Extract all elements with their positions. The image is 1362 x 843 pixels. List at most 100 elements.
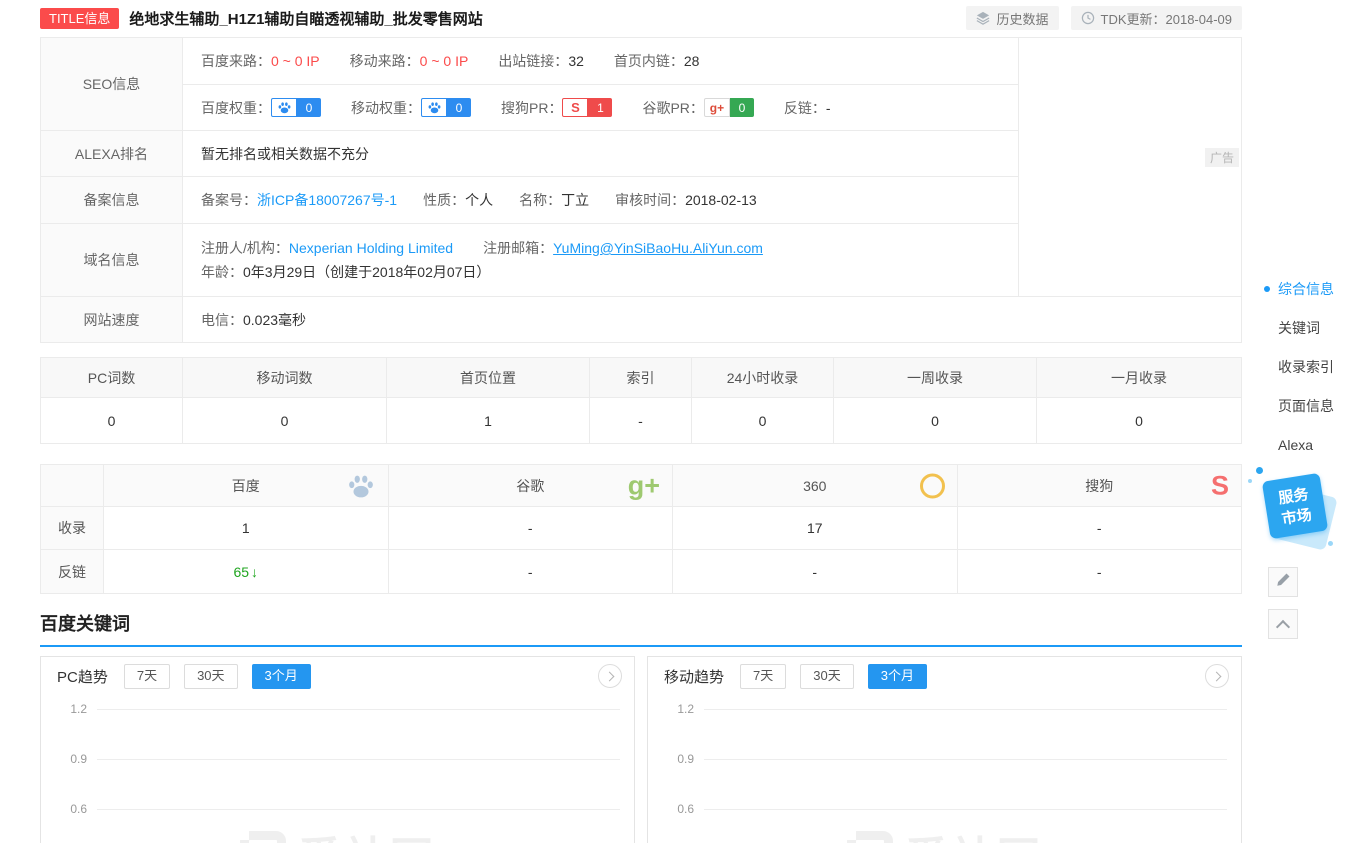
indexed-sogou: - [958,507,1242,549]
engine-col-google: 谷歌 g+ [389,465,674,506]
clock-icon [1081,11,1095,25]
outlinks-value: 32 [568,53,584,69]
chevron-up-icon [1276,619,1290,633]
active-dot-icon [1264,286,1270,292]
stats-value: 0 [183,398,387,443]
sidebar-item-pageinfo[interactable]: 页面信息 [1264,397,1360,415]
baidu-keyword-title: 百度关键词 [40,614,130,634]
telecom-label: 电信： [201,310,243,330]
stats-value: - [590,398,692,443]
icp-name-value: 丁立 [561,190,589,210]
mobile-weight-badge[interactable]: 0 [421,98,471,117]
gridline [97,709,620,710]
service-line1: 服务 [1277,486,1309,507]
title-badge: TITLE信息 [40,8,119,29]
sidebar-item-index[interactable]: 收录索引 [1264,358,1360,376]
icp-number-link[interactable]: 浙ICP备18007267号-1 [257,190,397,210]
stats-header: PC词数 [41,358,183,397]
history-data-label: 历史数据 [996,9,1048,28]
y-tick: 1.2 [648,702,694,716]
keyword-stats-table: PC词数 移动词数 首页位置 索引 24小时收录 一周收录 一月收录 0 0 1… [40,357,1242,444]
google-pr-badge[interactable]: g+ 0 [704,98,754,117]
y-tick: 0.9 [648,752,694,766]
stats-header: 索引 [590,358,692,397]
sidebar-item-alexa[interactable]: Alexa [1264,436,1360,454]
seo-info-label: SEO信息 [41,38,183,130]
mobile-trend-title: 移动趋势 [664,666,724,687]
chevron-right-icon [1211,671,1221,681]
google-pr-value: 0 [730,98,754,117]
service-market-badge[interactable]: 服务 市场 [1264,475,1338,555]
baidu-traffic-value: 0 ~ 0 IP [271,53,320,69]
icp-audit-value: 2018-02-13 [685,192,757,208]
main-content: TITLE信息 绝地求生辅助_H1Z1辅助自瞄透视辅助_批发零售网站 历史数据 … [40,0,1242,843]
engine-name: 360 [803,478,826,494]
backlink-row: 反链 65↓ - - - [41,550,1241,593]
icp-name-label: 名称： [519,190,561,210]
engine-col-baidu: 百度 [104,465,389,506]
sidebar-item-keywords[interactable]: 关键词 [1264,319,1360,337]
gridline [97,759,620,760]
baidu-weight-badge[interactable]: 0 [271,98,321,117]
stats-value-row: 0 0 1 - 0 0 0 [41,398,1241,443]
pc-trend-chart: 1.2 0.9 0.6 爱站网 [41,694,634,843]
stats-value: 0 [41,398,183,443]
right-sidebar: 综合信息 关键词 收录索引 页面信息 Alexa 服务 市场 [1264,280,1360,639]
domain-age-label: 年龄： [201,262,243,282]
indexed-360: 17 [673,507,958,549]
pc-trend-next-button[interactable] [598,664,622,688]
engine-col-sogou: 搜狗 S [958,465,1242,506]
mobile-trend-next-button[interactable] [1205,664,1229,688]
stats-header: 首页位置 [387,358,590,397]
mobile-tab-7d[interactable]: 7天 [740,664,786,689]
registrant-link[interactable]: Nexperian Holding Limited [289,240,453,256]
domain-label: 域名信息 [41,224,183,296]
reg-email-link[interactable]: YuMing@YinSiBaoHu.AliYun.com [553,240,763,256]
aizhan-watermark: 爱站网 [240,822,436,843]
tdk-update-chip: TDK更新：2018-04-09 [1071,6,1243,30]
down-arrow-icon: ↓ [251,564,258,580]
watermark-text: 爱站网 [905,822,1043,843]
mobile-tab-3m[interactable]: 3个月 [868,664,927,689]
edit-button[interactable] [1268,567,1298,597]
service-market-flag: 服务 市场 [1262,473,1328,539]
google-plus-icon: g+ [628,472,660,499]
gridline [704,759,1227,760]
stats-value: 0 [834,398,1037,443]
search-engine-table: 百度 谷歌 g+ 360 搜狗 S 收录 1 - 17 - 反链 [40,464,1242,594]
pc-trend-panel: PC趋势 7天 30天 3个月 1.2 0.9 0.6 爱站网 [40,656,635,843]
aizhan-logo-icon [847,831,893,843]
backlink-row-label: 反链 [41,550,104,593]
pc-tab-3m[interactable]: 3个月 [252,664,311,689]
icp-type-label: 性质： [423,190,465,210]
history-data-button[interactable]: 历史数据 [966,6,1058,30]
trend-charts: PC趋势 7天 30天 3个月 1.2 0.9 0.6 爱站网 [40,656,1242,843]
homelinks-value: 28 [684,53,700,69]
sogou-pr-badge[interactable]: S 1 [562,98,612,117]
sidebar-item-overview[interactable]: 综合信息 [1264,280,1360,298]
pc-tab-7d[interactable]: 7天 [124,664,170,689]
homelinks-label: 首页内链： [614,51,684,71]
sogou-s-icon: S [1211,472,1229,499]
stats-value: 0 [1037,398,1241,443]
header-actions: 历史数据 TDK更新：2018-04-09 [966,6,1242,30]
mobile-tab-30d[interactable]: 30天 [800,664,853,689]
alexa-value: 暂无排名或相关数据不充分 [201,144,369,164]
google-plus-icon: g+ [704,98,730,117]
registrant-label: 注册人/机构： [201,238,289,258]
mobile-trend-panel: 移动趋势 7天 30天 3个月 1.2 0.9 0.6 爱站网 [647,656,1242,843]
indexed-baidu: 1 [104,507,389,549]
speed-row: 网站速度 电信：0.023毫秒 [41,297,1241,342]
gridline [97,809,620,810]
baidu-keyword-section-header: 百度关键词 [40,610,1242,647]
decor-dot [1328,541,1333,546]
stats-value: 1 [387,398,590,443]
baidu-paw-icon [271,98,297,117]
gridline [704,809,1227,810]
mobile-weight-label: 移动权重： [351,98,421,118]
ad-label: 广告 [1205,148,1239,167]
y-tick: 0.6 [648,802,694,816]
back-to-top-button[interactable] [1268,609,1298,639]
sogou-pr-label: 搜狗PR： [501,98,562,118]
pc-tab-30d[interactable]: 30天 [184,664,237,689]
